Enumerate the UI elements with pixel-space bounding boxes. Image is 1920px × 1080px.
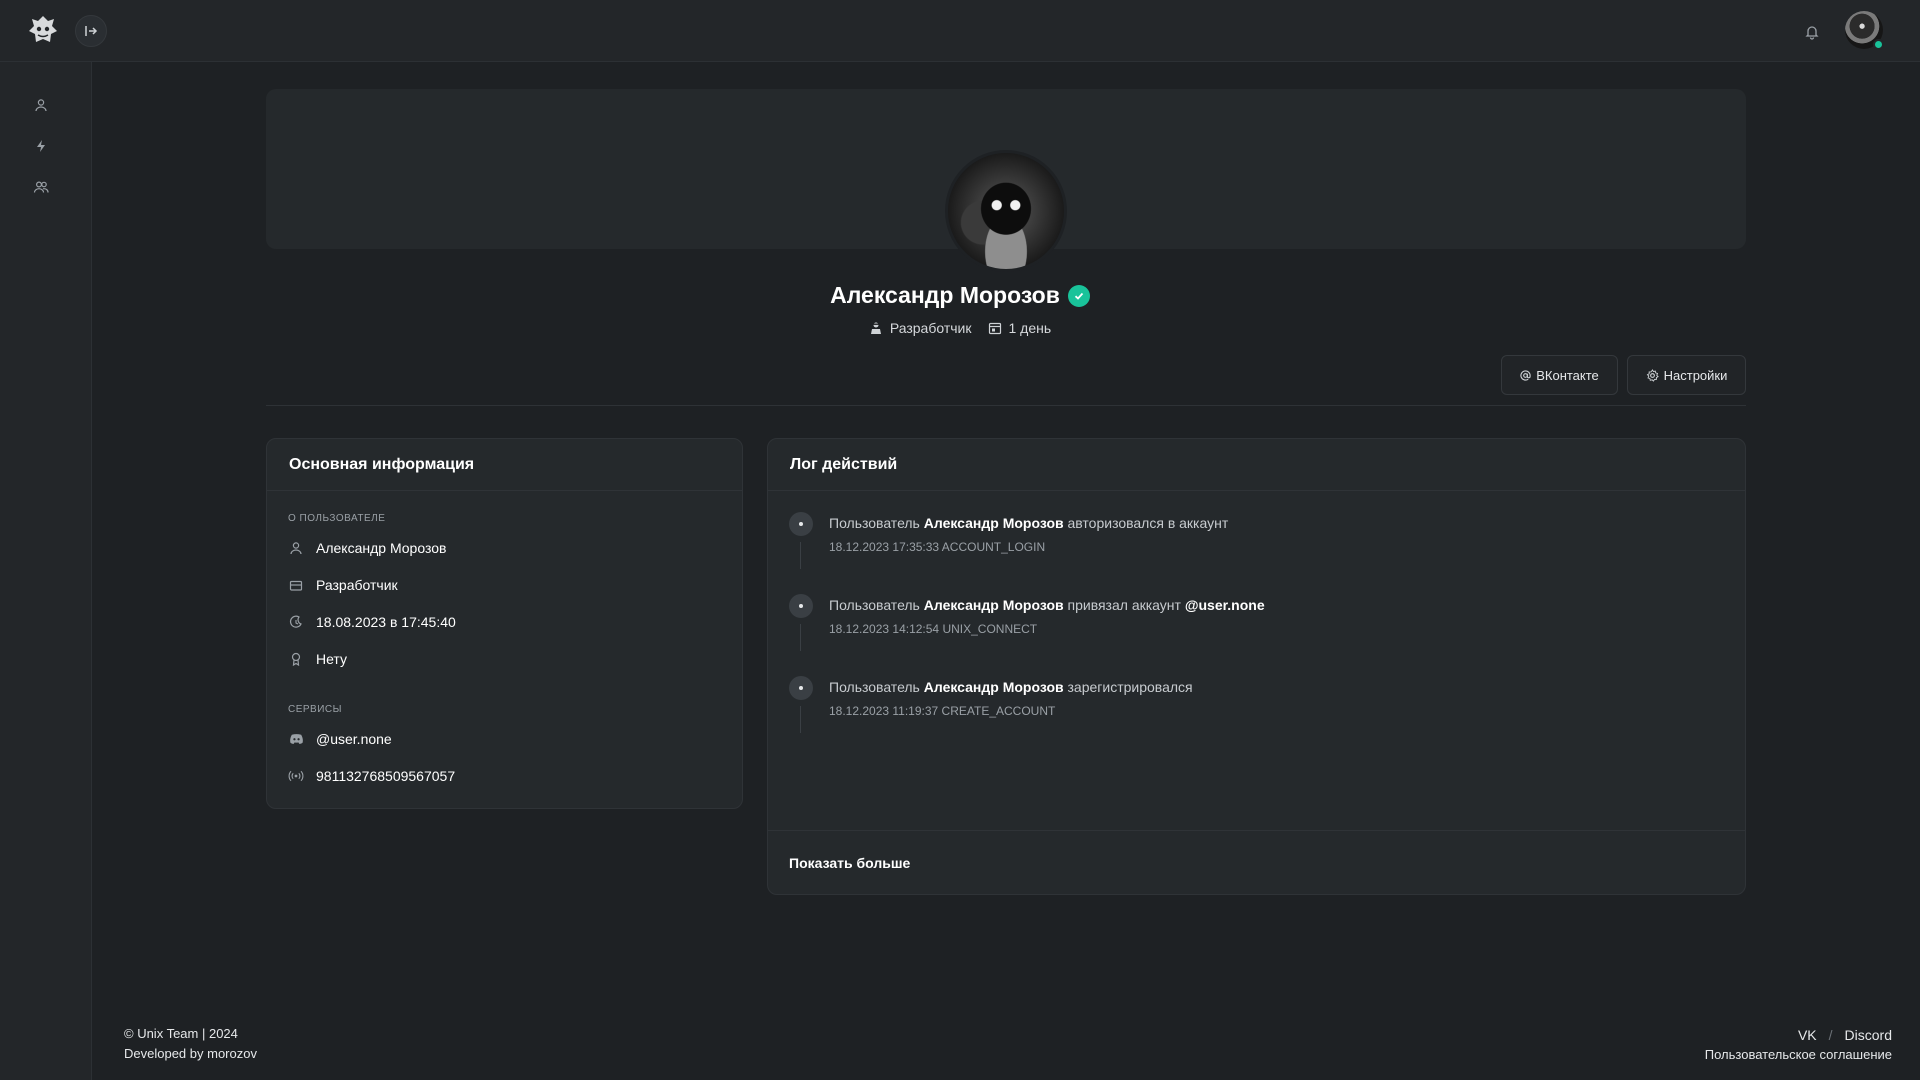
top-bar	[0, 0, 1920, 62]
discord-icon	[288, 731, 304, 747]
user-icon	[288, 540, 304, 556]
footer-link-vk[interactable]: VK	[1798, 1025, 1817, 1045]
developer-icon	[870, 322, 881, 334]
vk-button-label: ВКонтакте	[1536, 367, 1599, 383]
info-row-name: Александр Морозов	[288, 537, 446, 559]
info-role-value: Разработчик	[316, 577, 398, 593]
sidebar-item-users[interactable]	[28, 174, 54, 200]
settings-button-label: Настройки	[1663, 367, 1728, 383]
footer-link-agreement[interactable]: Пользовательское соглашение	[1705, 1045, 1892, 1065]
header-divider	[266, 405, 1746, 406]
profile-role-label: Разработчик	[889, 320, 972, 336]
info-award-value: Нету	[316, 651, 348, 667]
users-icon	[33, 181, 49, 193]
services-label: Сервисы	[288, 704, 342, 715]
service-discord-value: @user.none	[316, 731, 392, 747]
sidebar-toggle-button[interactable]	[75, 15, 107, 47]
profile-duration-label: 1 день	[1008, 320, 1052, 336]
profile-name-row: Александр Морозов	[0, 282, 1920, 309]
footer-separator: /	[1828, 1027, 1833, 1043]
log-dot-icon	[789, 512, 813, 536]
profile-duration: 1 день	[988, 320, 1052, 336]
user-icon	[35, 99, 47, 112]
sidebar-item-profile[interactable]	[28, 92, 54, 118]
profile-avatar	[945, 150, 1067, 272]
service-row-id: 981132768509567057	[288, 765, 455, 787]
footer-developed: Developed by morozov	[124, 1046, 257, 1061]
footer-right: VK / Discord Пользовательское соглашение	[1705, 1025, 1892, 1065]
activity-log-card: Лог действий Пользователь Александр Моро…	[767, 438, 1746, 895]
award-icon	[288, 651, 304, 667]
gear-icon	[1646, 368, 1659, 382]
footer-copyright: © Unix Team | 2024	[124, 1026, 238, 1041]
log-dot-icon	[789, 594, 813, 618]
broadcast-icon	[288, 768, 304, 784]
log-timeline-line	[800, 706, 801, 733]
vk-button[interactable]: ВКонтакте	[1501, 355, 1618, 395]
sidebar-expand-icon	[85, 26, 98, 36]
sidebar-item-activity[interactable]	[28, 133, 54, 159]
log-entry-text: Пользователь Александр Морозов зарегистр…	[829, 679, 1193, 695]
log-entry-text: Пользователь Александр Морозов авторизов…	[829, 515, 1229, 531]
basic-info-card: Основная информация О пользователе Алекс…	[266, 438, 743, 809]
profile-meta: Разработчик 1 день	[0, 320, 1920, 336]
moon-clock-icon	[288, 614, 304, 630]
profile-role: Разработчик	[869, 320, 972, 336]
unix-logo-icon[interactable]	[26, 14, 60, 48]
footer-left: © Unix Team | 2024 Developed by morozov	[124, 1024, 257, 1064]
online-status-dot	[1873, 39, 1884, 50]
activity-log-title: Лог действий	[768, 439, 1745, 491]
at-sign-icon	[1520, 369, 1531, 381]
info-row-role: Разработчик	[288, 574, 398, 596]
calendar-icon	[988, 322, 1001, 335]
verified-badge-icon	[1067, 284, 1090, 307]
service-id-value: 981132768509567057	[316, 768, 456, 784]
lightning-icon	[37, 140, 45, 152]
notifications-bell-icon[interactable]	[1800, 20, 1824, 44]
footer-link-discord[interactable]: Discord	[1845, 1025, 1892, 1045]
sidebar	[0, 62, 92, 1080]
log-entry-text: Пользователь Александр Морозов привязал …	[829, 597, 1265, 613]
log-dot-icon	[789, 676, 813, 700]
about-user-label: О пользователе	[288, 513, 386, 524]
log-timeline-line	[800, 542, 801, 569]
basic-info-title: Основная информация	[267, 439, 742, 491]
info-row-award: Нету	[288, 648, 347, 670]
service-row-discord: @user.none	[288, 728, 392, 750]
footer-links: VK / Discord	[1705, 1025, 1892, 1045]
log-entry-meta: 18.12.2023 14:12:54 UNIX_CONNECT	[829, 622, 1038, 636]
info-row-registered: 18.08.2023 в 17:45:40	[288, 611, 456, 633]
log-timeline-line	[800, 624, 801, 651]
user-avatar[interactable]	[1845, 11, 1884, 50]
info-name-value: Александр Морозов	[316, 540, 447, 556]
settings-button[interactable]: Настройки	[1627, 355, 1746, 395]
log-entry-meta: 18.12.2023 11:19:37 CREATE_ACCOUNT	[829, 704, 1056, 718]
log-entry-meta: 18.12.2023 17:35:33 ACCOUNT_LOGIN	[829, 540, 1046, 554]
info-registered-value: 18.08.2023 в 17:45:40	[316, 614, 456, 630]
briefcase-icon	[288, 577, 304, 593]
profile-name: Александр Морозов	[830, 282, 1060, 308]
show-more-button[interactable]: Показать больше	[768, 830, 1745, 894]
